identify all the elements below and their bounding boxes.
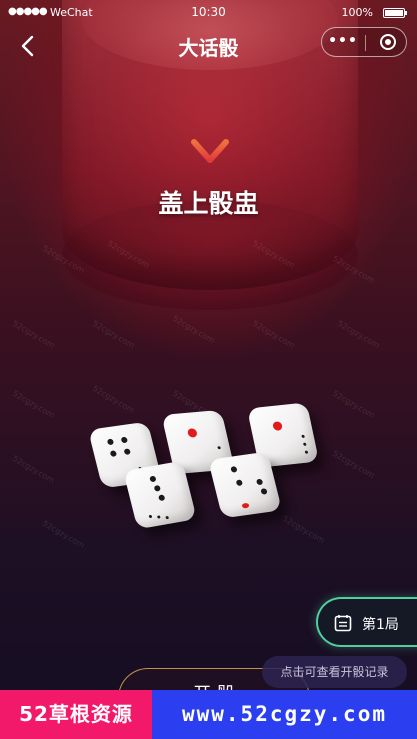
die-pip — [120, 436, 129, 444]
die-pip — [255, 478, 264, 486]
instruction-text: 盖上骰盅 — [158, 189, 259, 218]
banner-left-text: 52草根资源 — [0, 690, 152, 739]
round-label: 第1局 — [362, 617, 399, 633]
watermark-banner: 52草根资源 www.52cgzy.com — [0, 690, 417, 739]
die-side-pip — [165, 515, 170, 520]
status-bar: ●●●●● WeChat 10:30 100% — [0, 0, 417, 26]
die-pip — [149, 475, 157, 483]
die-side-pip — [304, 450, 309, 454]
die-side-pip — [217, 446, 221, 450]
calendar-icon — [334, 615, 352, 632]
arrow-down-icon — [191, 103, 229, 163]
history-tip[interactable]: 点击可查看开骰记录 — [262, 656, 407, 688]
die-pip-red — [272, 421, 283, 431]
die-pip — [153, 484, 161, 492]
die-pip — [106, 438, 115, 446]
mini-program-capsule: ••• — [321, 27, 407, 57]
die-side-pip — [301, 434, 305, 439]
navigation-bar: 大话骰 ••• — [0, 26, 417, 66]
battery-fill — [385, 10, 403, 16]
die-pip — [109, 450, 118, 457]
battery-percent: 100% — [341, 6, 373, 19]
battery-icon — [383, 8, 407, 18]
die-side-pip — [148, 514, 153, 519]
die-pip-red — [241, 502, 250, 509]
capsule-divider — [365, 35, 366, 51]
more-options-button[interactable]: ••• — [322, 33, 364, 49]
die-side-pip — [302, 442, 307, 446]
die-side-pip — [156, 515, 161, 519]
banner-right-text: www.52cgzy.com — [152, 690, 417, 739]
round-counter-badge[interactable]: 第1局 — [316, 597, 417, 647]
die-pip — [123, 448, 131, 455]
die-pip-red — [186, 428, 198, 438]
die-pip — [158, 494, 166, 502]
die-pip — [230, 466, 238, 473]
die-pip — [235, 479, 244, 487]
close-mini-program-button[interactable] — [380, 34, 396, 50]
die-pip — [260, 488, 268, 495]
